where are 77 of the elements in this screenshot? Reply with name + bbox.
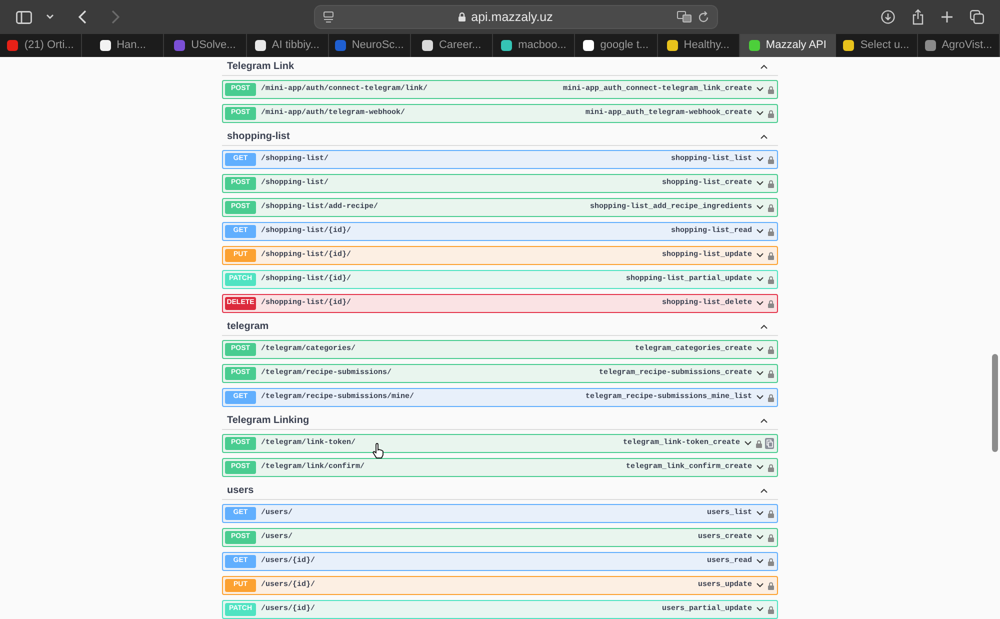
chevron-down-icon [744,441,752,446]
section-header[interactable]: shopping-list [222,128,778,146]
chevron-up-icon [760,64,768,69]
copy-icon[interactable] [765,438,774,449]
chevron-down-icon [756,583,764,588]
chevron-down-icon [756,111,764,116]
browser-tab[interactable]: macboo... [493,34,576,57]
lock-icon[interactable] [768,300,774,308]
chevron-up-icon [760,324,768,329]
lock-icon[interactable] [768,156,774,164]
back-icon[interactable] [78,10,87,24]
lock-icon[interactable] [768,394,774,402]
section-header[interactable]: Telegram Link [222,58,778,76]
browser-tab[interactable]: AI tibbiy... [246,34,329,57]
lock-icon[interactable] [768,276,774,284]
forward-icon[interactable] [111,10,120,24]
address-bar[interactable]: api.mazzaly.uz [314,5,718,29]
chevron-down-icon [756,157,764,162]
chevron-up-icon [760,488,768,493]
share-icon[interactable] [912,9,924,25]
lock-icon[interactable] [768,346,774,354]
browser-tab[interactable]: Han... [82,34,164,57]
lock-icon [458,12,466,22]
section-header[interactable]: Telegram Linking [222,412,778,430]
chevron-down-icon [756,301,764,306]
reader-icon[interactable] [323,11,334,23]
browser-tab[interactable]: Select u... [836,34,918,57]
section-header[interactable]: users [222,482,778,500]
browser-tab[interactable]: NeuroSc... [328,34,411,57]
lock-icon[interactable] [768,110,774,118]
lock-icon[interactable] [768,558,774,566]
lock-icon[interactable] [768,180,774,188]
browser-tab[interactable]: Career... [410,34,494,57]
chevron-up-icon [760,418,768,423]
chevron-down-icon [756,511,764,516]
browser-tab[interactable]: USolve... [164,34,247,57]
lock-icon[interactable] [768,510,774,518]
browser-tab[interactable]: AgroVist... [918,34,1000,57]
lock-icon[interactable] [768,464,774,472]
lock-icon[interactable] [768,204,774,212]
tab-overview-icon[interactable] [970,10,984,24]
lock-icon[interactable] [768,582,774,590]
sidebar-icon[interactable] [16,10,32,24]
pointer-cursor-icon [372,443,385,459]
url-text[interactable]: api.mazzaly.uz [471,8,553,26]
chevron-down-icon [756,229,764,234]
browser-tab[interactable]: google t... [575,34,658,57]
lock-icon[interactable] [768,606,774,614]
download-icon[interactable] [881,10,895,24]
chevron-down-icon [756,465,764,470]
chevron-down-icon [756,205,764,210]
browser-tab[interactable]: Mazzaly API [740,34,836,57]
browser-tab[interactable]: (21) Orti... [0,34,82,57]
browser-tab[interactable]: Healthy... [658,34,740,57]
chevron-down-icon [756,347,764,352]
section-header[interactable]: telegram [222,318,778,336]
chevron-down-icon [756,371,764,376]
reload-icon[interactable] [698,11,709,23]
lock-icon[interactable] [768,228,774,236]
chevron-up-icon [760,134,768,139]
scrollbar-thumb[interactable] [992,354,998,452]
lock-icon[interactable] [768,86,774,94]
chevron-down-icon [756,607,764,612]
lock-icon[interactable] [768,370,774,378]
lock-icon[interactable] [768,534,774,542]
translate-icon[interactable] [677,11,692,23]
chevron-down-icon [756,181,764,186]
chevron-down-icon [756,277,764,282]
chevron-down-icon[interactable] [46,14,54,20]
lock-icon[interactable] [756,440,762,448]
chevron-down-icon [756,253,764,258]
new-tab-icon[interactable] [941,11,953,23]
chevron-down-icon [756,535,764,540]
lock-icon[interactable] [768,252,774,260]
chevron-down-icon [756,395,764,400]
chevron-down-icon [756,559,764,564]
chevron-down-icon [756,87,764,92]
